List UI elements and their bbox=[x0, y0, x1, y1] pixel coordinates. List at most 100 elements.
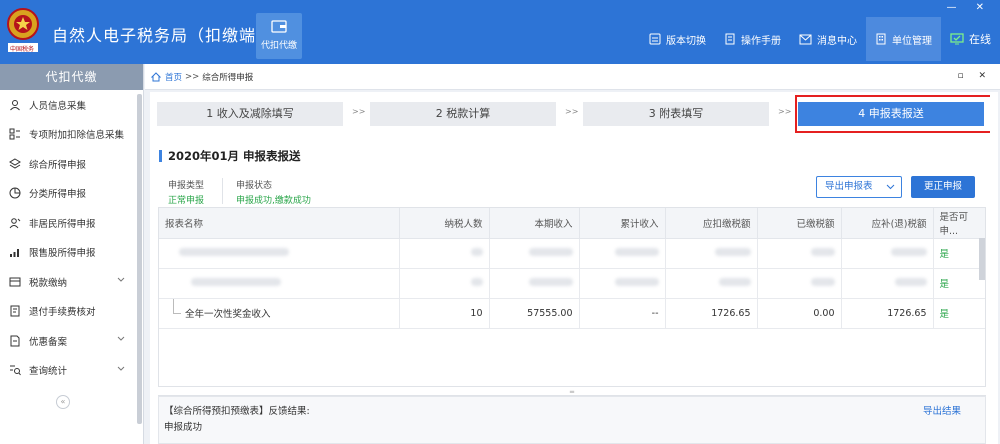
blurred-text bbox=[179, 247, 289, 256]
nav-version-switch[interactable]: 版本切换 bbox=[640, 17, 715, 61]
breadcrumb: 首页 >> 综合所得申报 ▫ ✕ bbox=[145, 64, 1000, 90]
blurred-text bbox=[810, 247, 835, 256]
col-taxpayer-count: 纳税人数 bbox=[399, 208, 490, 239]
report-type-label: 申报类型 bbox=[168, 181, 205, 191]
blurred-text bbox=[614, 277, 659, 286]
sidebar-scrollbar[interactable] bbox=[137, 94, 142, 424]
blurred-text bbox=[890, 247, 927, 256]
report-status-value: 申报成功,缴款成功 bbox=[236, 196, 311, 206]
table-row[interactable]: 是 bbox=[159, 268, 985, 299]
manual-icon bbox=[725, 33, 735, 45]
user-icon bbox=[9, 217, 21, 229]
switch-icon bbox=[649, 33, 661, 45]
tax-refund: 1726.65 bbox=[841, 298, 934, 329]
blurred-text bbox=[894, 277, 927, 286]
step-arrow: >> bbox=[778, 107, 792, 116]
nav-manual[interactable]: 操作手册 bbox=[715, 17, 790, 61]
home-icon bbox=[151, 71, 161, 81]
col-can-declare: 是否可申... bbox=[933, 208, 985, 239]
step-tax-calculation[interactable]: 2 税款计算 bbox=[370, 102, 556, 126]
sidebar: 代扣代缴 人员信息采集 专项附加扣除信息采集 综合所得申报 分类所得申报 非居民… bbox=[0, 64, 144, 444]
sidebar-item-person-info[interactable]: 人员信息采集 bbox=[0, 90, 143, 120]
blurred-text bbox=[528, 247, 573, 256]
module-button-withholding[interactable]: 代扣代缴 bbox=[256, 13, 302, 59]
result-panel: 【综合所得预扣预缴表】反馈结果: 申报成功 导出结果 bbox=[158, 396, 986, 444]
main-scrollbar[interactable] bbox=[990, 92, 998, 444]
sidebar-item-label: 分类所得申报 bbox=[29, 189, 87, 201]
file-icon bbox=[10, 335, 20, 347]
table-header-row: 报表名称 纳税人数 本期收入 累计收入 应扣缴税额 已缴税额 应补(退)税额 是… bbox=[159, 208, 985, 239]
step-wizard: 1 收入及减除填写 >> 2 税款计算 >> 3 附表填写 >> 4 申报表报送 bbox=[150, 92, 993, 136]
col-current-income: 本期收入 bbox=[489, 208, 580, 239]
sidebar-item-label: 税款缴纳 bbox=[29, 277, 68, 289]
module-label: 代扣代缴 bbox=[260, 41, 297, 51]
blurred-text bbox=[470, 247, 483, 256]
nav-message-center[interactable]: 消息中心 bbox=[790, 17, 866, 61]
app-title: 自然人电子税务局（扣缴端） bbox=[52, 26, 274, 45]
sidebar-item-refund-fee[interactable]: 退付手续费核对 bbox=[0, 297, 143, 327]
export-report-label: 导出申报表 bbox=[825, 181, 873, 192]
export-report-dropdown[interactable]: 导出申报表 bbox=[816, 176, 902, 198]
sidebar-item-label: 非居民所得申报 bbox=[29, 218, 96, 230]
wallet-icon bbox=[271, 20, 287, 33]
window-controls[interactable]: — ✕ bbox=[946, 2, 992, 13]
wallet-icon bbox=[9, 277, 21, 287]
blurred-text bbox=[810, 277, 835, 286]
step-attachment[interactable]: 3 附表填写 bbox=[583, 102, 769, 126]
sidebar-item-comprehensive-income[interactable]: 综合所得申报 bbox=[0, 149, 143, 179]
nav-online-status[interactable]: 在线 bbox=[941, 17, 1000, 61]
report-table: 报表名称 纳税人数 本期收入 累计收入 应扣缴税额 已缴税额 应补(退)税额 是… bbox=[158, 207, 986, 387]
unit-icon bbox=[876, 33, 886, 45]
sidebar-item-special-deduction[interactable]: 专项附加扣除信息采集 bbox=[0, 120, 143, 150]
chevron-down-icon bbox=[117, 277, 125, 282]
sidebar-item-query-stats[interactable]: 查询统计 bbox=[0, 356, 143, 386]
tax-paid: 0.00 bbox=[757, 298, 842, 329]
sidebar-item-restricted-stock[interactable]: 限售股所得申报 bbox=[0, 238, 143, 268]
sidebar-item-non-resident[interactable]: 非居民所得申报 bbox=[0, 208, 143, 238]
cumulative-income: -- bbox=[579, 298, 666, 329]
tax-payable: 1726.65 bbox=[665, 298, 758, 329]
tab-controls[interactable]: ▫ ✕ bbox=[957, 71, 992, 81]
tree-connector bbox=[173, 298, 181, 314]
col-tax-paid: 已缴税额 bbox=[757, 208, 842, 239]
table-row[interactable]: 全年一次性奖金收入 10 57555.00 -- 1726.65 0.00 17… bbox=[159, 298, 985, 329]
blurred-text bbox=[528, 277, 573, 286]
logo-text: 中国税务 bbox=[9, 46, 34, 53]
layers-icon bbox=[9, 158, 21, 169]
col-tax-refund: 应补(退)税额 bbox=[841, 208, 934, 239]
report-type-value: 正常申报 bbox=[168, 196, 205, 206]
sidebar-collapse-button[interactable]: « bbox=[56, 395, 70, 409]
col-report-name: 报表名称 bbox=[159, 208, 400, 239]
meta-divider bbox=[222, 178, 223, 204]
taxpayer-count: 10 bbox=[399, 298, 490, 329]
chevron-down-icon bbox=[886, 184, 895, 190]
nav-label: 消息中心 bbox=[817, 35, 857, 47]
breadcrumb-home[interactable]: 首页 bbox=[165, 71, 182, 83]
sidebar-header: 代扣代缴 bbox=[0, 64, 143, 90]
bars-icon bbox=[10, 249, 19, 258]
grid-icon bbox=[9, 128, 20, 140]
export-result-link[interactable]: 导出结果 bbox=[923, 403, 961, 417]
person-icon bbox=[10, 99, 20, 111]
correct-report-button[interactable]: 更正申报 bbox=[911, 176, 975, 198]
sidebar-item-label: 限售股所得申报 bbox=[29, 248, 96, 260]
step-arrow: >> bbox=[565, 107, 579, 116]
blurred-text bbox=[714, 247, 751, 256]
sidebar-item-label: 退付手续费核对 bbox=[29, 307, 96, 319]
main-panel: 1 收入及减除填写 >> 2 税款计算 >> 3 附表填写 >> 4 申报表报送… bbox=[150, 92, 993, 444]
online-icon bbox=[950, 33, 964, 45]
panel-splitter[interactable]: ═ bbox=[158, 388, 986, 396]
sidebar-item-label: 查询统计 bbox=[29, 366, 68, 378]
sidebar-item-classified-income[interactable]: 分类所得申报 bbox=[0, 179, 143, 209]
nav-unit-management[interactable]: 单位管理 bbox=[866, 17, 941, 61]
search-list-icon bbox=[10, 365, 21, 376]
report-name: 全年一次性奖金收入 bbox=[185, 309, 271, 320]
nav-label: 操作手册 bbox=[741, 35, 781, 47]
table-row[interactable]: 是 bbox=[159, 238, 985, 269]
sidebar-item-preferential-filing[interactable]: 优惠备案 bbox=[0, 326, 143, 356]
chevron-down-icon bbox=[117, 366, 125, 371]
sidebar-item-tax-payment[interactable]: 税款缴纳 bbox=[0, 267, 143, 297]
nav-label: 版本切换 bbox=[666, 35, 706, 47]
table-scrollbar[interactable] bbox=[979, 238, 985, 280]
step-income-deduction[interactable]: 1 收入及减除填写 bbox=[157, 102, 343, 126]
